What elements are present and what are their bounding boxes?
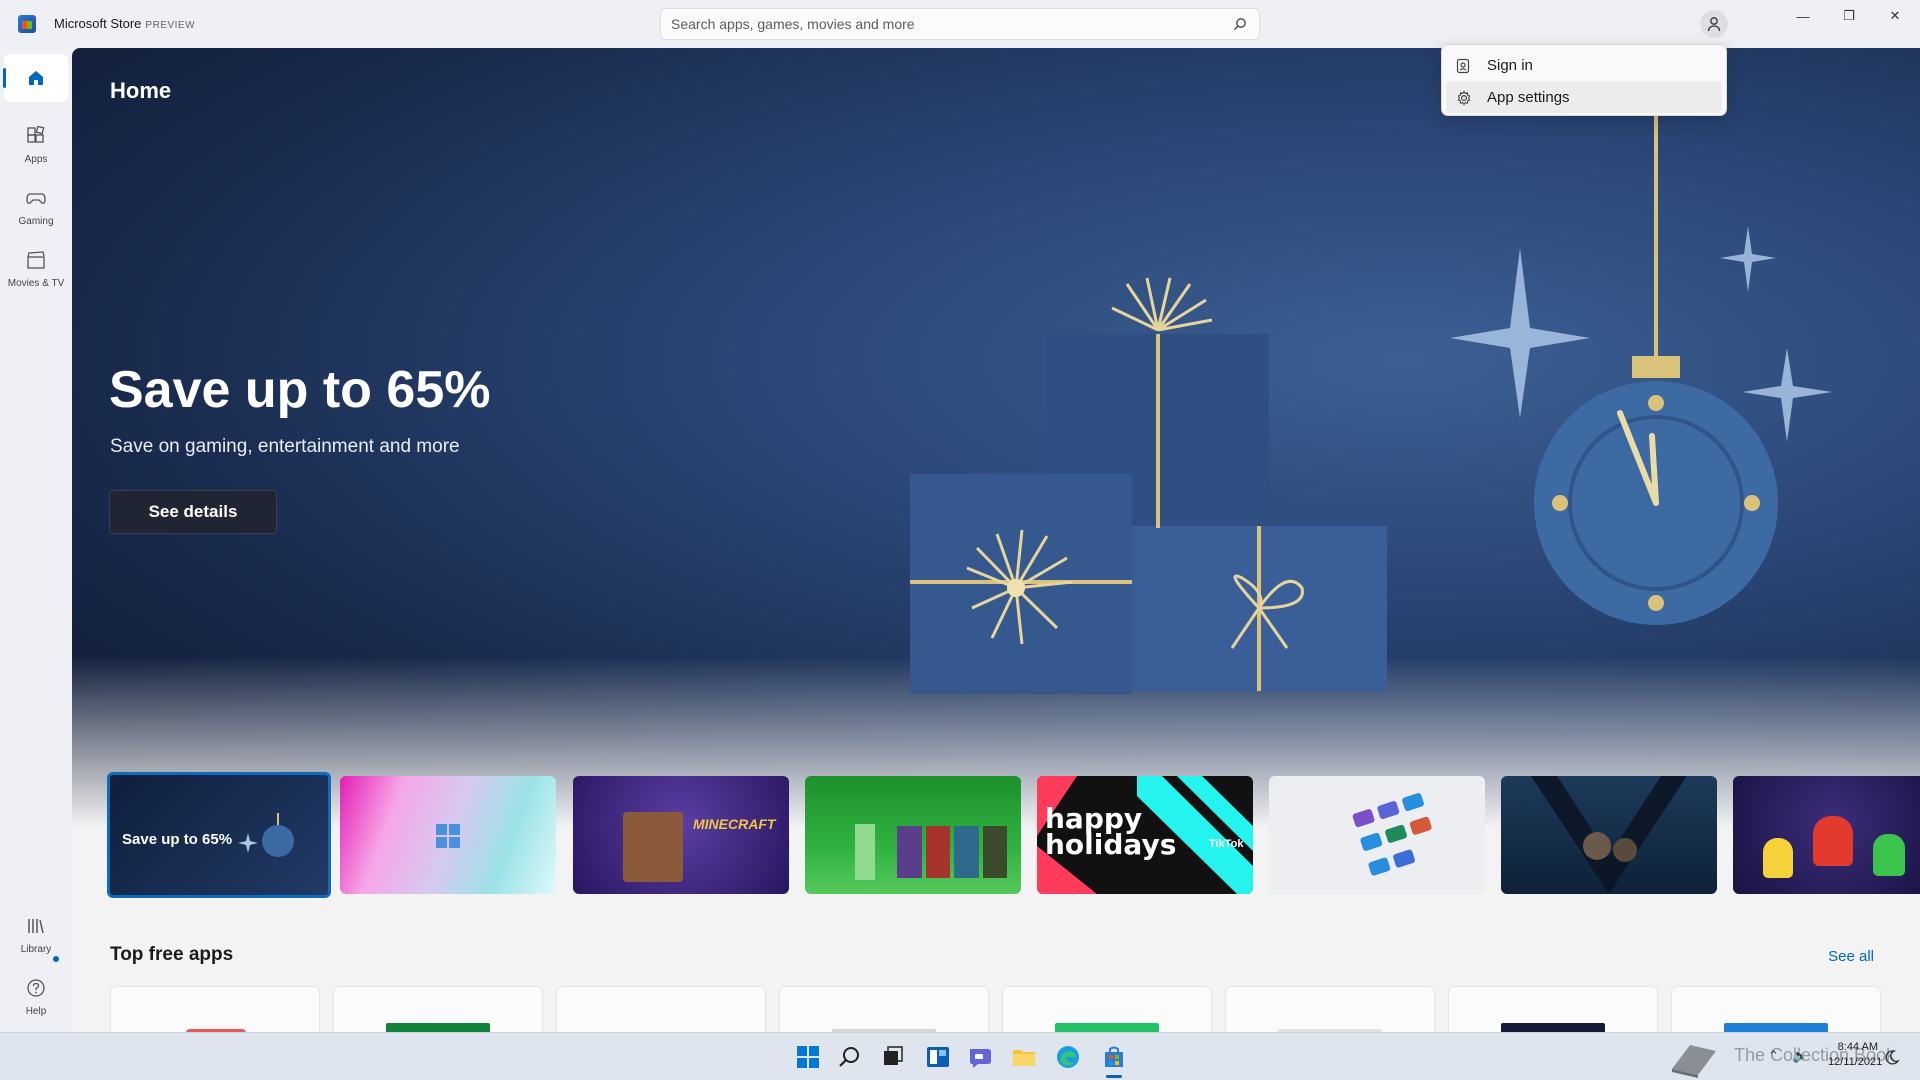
- minecraft-title: MINECRAFT: [693, 816, 776, 832]
- sidebar: Apps Gaming Movies & TV Library Help: [0, 48, 72, 1032]
- search-input[interactable]: [671, 9, 1211, 39]
- store-logo-icon: [18, 15, 36, 33]
- carousel-tile-sale[interactable]: Save up to 65%: [107, 772, 331, 898]
- sidebar-item-label: Help: [25, 1006, 47, 1017]
- close-button[interactable]: ✕: [1872, 0, 1918, 32]
- main-content: Home Save up to 65% Save on gaming, ente…: [72, 48, 1920, 1032]
- carousel-tile-venom[interactable]: [1501, 776, 1717, 894]
- sidebar-item-label: Apps: [24, 154, 48, 165]
- gift-shape: [855, 824, 875, 880]
- app-title: Microsoft Store PREVIEW: [54, 16, 195, 31]
- search-icon[interactable]: [1233, 17, 1247, 31]
- hero-title: Save up to 65%: [109, 361, 491, 419]
- clock-time: 8:44 AM: [1837, 1041, 1878, 1053]
- see-details-button[interactable]: See details: [109, 490, 277, 534]
- page-title: Home: [110, 78, 172, 103]
- help-icon: [27, 979, 45, 997]
- chat-icon[interactable]: [966, 1043, 994, 1071]
- library-update-badge: [53, 956, 59, 962]
- office-app-icons: [1351, 792, 1440, 881]
- minimize-button[interactable]: —: [1780, 0, 1826, 32]
- section-title-top-free-apps: Top free apps: [110, 944, 234, 965]
- gear-icon: [1457, 90, 1471, 106]
- title-bar: Microsoft StorePREVIEW — ❐ ✕: [0, 0, 1920, 48]
- microsoft-store-icon[interactable]: [1100, 1043, 1128, 1071]
- minecraft-character: [623, 812, 683, 882]
- carousel-tile-xbox-games[interactable]: [805, 776, 1021, 894]
- widgets-icon[interactable]: [924, 1043, 952, 1071]
- menu-item-label: Sign in: [1487, 57, 1533, 74]
- home-icon: [29, 71, 43, 85]
- sidebar-item-label: Gaming: [18, 216, 54, 227]
- film-icon: [27, 251, 45, 269]
- app-card[interactable]: [1671, 986, 1881, 1032]
- sidebar-item-label: Movies & TV: [7, 278, 65, 289]
- windows-logo-icon: [436, 824, 460, 848]
- hero-banner: Home Save up to 65% Save on gaming, ente…: [72, 48, 1920, 828]
- account-button[interactable]: [1700, 10, 1728, 38]
- sidebar-item-home[interactable]: [3, 54, 68, 102]
- sidebar-item-help[interactable]: Help: [4, 968, 68, 1024]
- app-card[interactable]: [110, 986, 320, 1032]
- active-app-indicator: [1106, 1075, 1122, 1078]
- search-taskbar-icon[interactable]: [836, 1043, 864, 1071]
- taskbar: The Collection Book ⌃ 🔈 8:44 AM 12/11/20…: [0, 1032, 1920, 1080]
- hero-subtitle: Save on gaming, entertainment and more: [110, 436, 460, 457]
- notification-moon-icon[interactable]: [1884, 1049, 1900, 1065]
- app-card[interactable]: [556, 986, 766, 1032]
- sidebar-item-movies-tv[interactable]: Movies & TV: [4, 240, 68, 296]
- menu-item-label: App settings: [1487, 89, 1570, 106]
- start-button-icon[interactable]: [794, 1043, 822, 1071]
- hero-carousel: Save up to 65% MINECRAFT happy holidays …: [107, 772, 1920, 900]
- app-card[interactable]: [1225, 986, 1435, 1032]
- file-explorer-icon[interactable]: [1010, 1043, 1038, 1071]
- carousel-tile-minecraft[interactable]: MINECRAFT: [573, 776, 789, 894]
- sidebar-item-gaming[interactable]: Gaming: [4, 178, 68, 234]
- book-icon: [1672, 1045, 1716, 1078]
- clock-date: 12/11/2021: [1828, 1056, 1883, 1068]
- controller-icon: [26, 193, 46, 204]
- carousel-tile-among-us[interactable]: [1733, 776, 1920, 894]
- sidebar-item-label: Library: [20, 944, 52, 955]
- app-card[interactable]: [333, 986, 543, 1032]
- carousel-tile-label: Save up to 65%: [122, 831, 233, 848]
- task-view-icon[interactable]: [878, 1043, 906, 1071]
- crewmate-figure: [1763, 838, 1793, 878]
- edge-browser-icon[interactable]: [1054, 1043, 1082, 1071]
- system-clock[interactable]: 8:44 AM 12/11/2021: [1828, 1040, 1883, 1070]
- sidebar-item-apps[interactable]: Apps: [4, 116, 68, 172]
- chevron-up-icon[interactable]: ⌃: [1768, 1048, 1779, 1064]
- apps-icon: [27, 126, 45, 143]
- menu-item-sign-in[interactable]: Sign in: [1446, 49, 1722, 81]
- crewmate-figure: [1873, 834, 1905, 876]
- speaker-icon[interactable]: 🔈: [1792, 1048, 1808, 1064]
- preview-badge: PREVIEW: [145, 20, 196, 31]
- badge-icon: [1456, 58, 1470, 74]
- account-menu: Sign in App settings: [1441, 44, 1727, 116]
- app-title-text: Microsoft Store: [54, 16, 142, 31]
- carousel-tile-tiktok[interactable]: happy holidays TikTok: [1037, 776, 1253, 894]
- library-icon: [28, 919, 44, 934]
- see-all-link[interactable]: See all: [1828, 948, 1874, 965]
- venom-poster-art: [1531, 776, 1687, 894]
- crewmate-figure: [1813, 816, 1853, 866]
- search-box[interactable]: [660, 8, 1260, 40]
- carousel-tile-office[interactable]: [1269, 776, 1485, 894]
- app-card[interactable]: [1448, 986, 1658, 1032]
- app-card[interactable]: [1002, 986, 1212, 1032]
- menu-item-app-settings[interactable]: App settings: [1446, 81, 1722, 113]
- game-covers: [897, 826, 1007, 878]
- holiday-banner-text: happy holidays: [1045, 802, 1177, 861]
- maximize-button[interactable]: ❐: [1826, 0, 1872, 32]
- app-card[interactable]: [779, 986, 989, 1032]
- person-icon: [1707, 17, 1721, 32]
- tiktok-brand: TikTok: [1209, 838, 1244, 850]
- carousel-tile-windows[interactable]: [340, 776, 556, 894]
- sidebar-item-library[interactable]: Library: [4, 906, 68, 962]
- clock-icon: [238, 813, 294, 857]
